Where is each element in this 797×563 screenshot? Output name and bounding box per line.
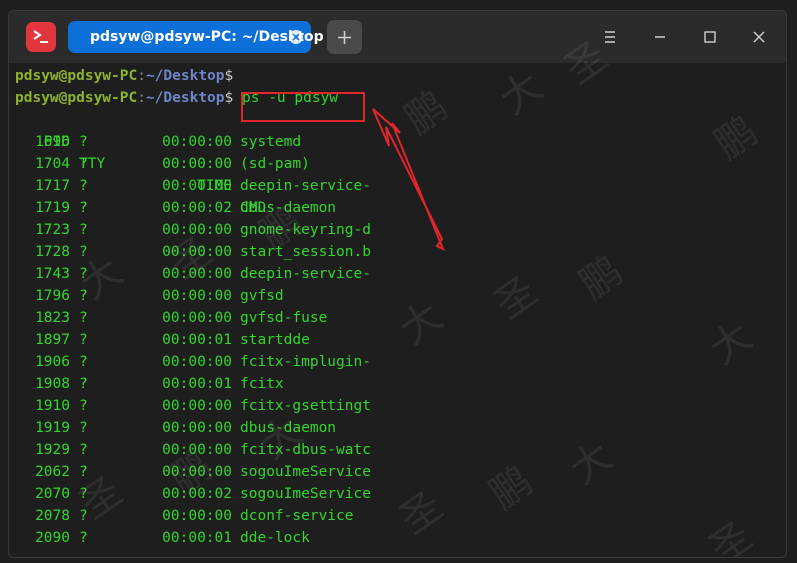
terminal-window: pdsyw@pdsyw-PC: ~/Desktop pdsyw@pdsyw-PC…: [8, 10, 787, 558]
annotation-arrow-icon: [372, 108, 445, 252]
